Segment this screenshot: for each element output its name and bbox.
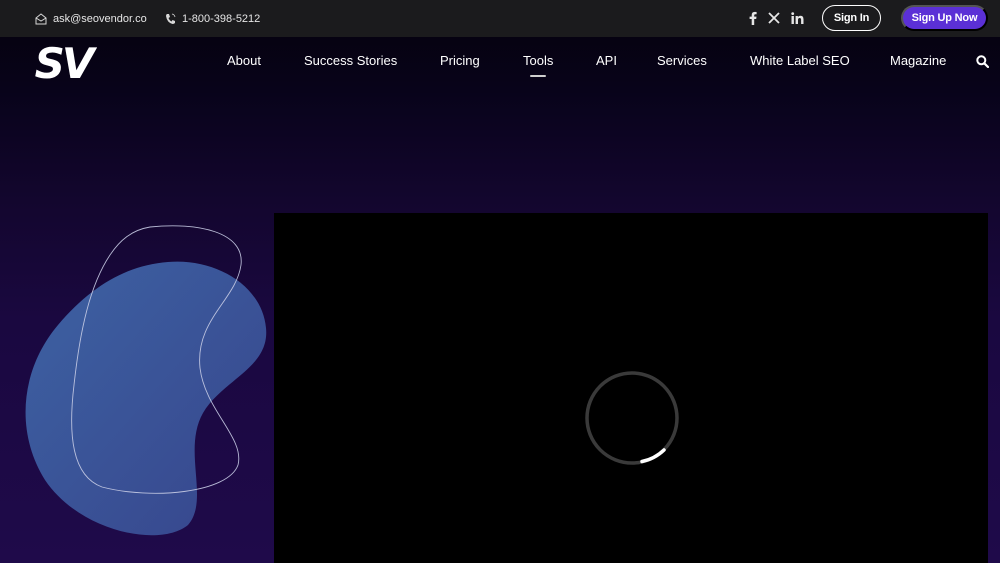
logo[interactable]: SV xyxy=(29,39,101,88)
nav-pricing[interactable]: Pricing xyxy=(440,48,480,74)
phone-icon xyxy=(165,13,176,25)
mail-icon xyxy=(35,12,47,25)
sign-in-button[interactable]: Sign In xyxy=(822,5,881,31)
nav-magazine[interactable]: Magazine xyxy=(890,48,946,74)
nav-success-stories[interactable]: Success Stories xyxy=(304,48,397,74)
contact-email-text: ask@seovendor.co xyxy=(53,12,147,25)
svg-text:SV: SV xyxy=(35,42,97,82)
nav-tools[interactable]: Tools xyxy=(523,48,553,74)
contact-email[interactable]: ask@seovendor.co xyxy=(35,0,147,37)
nav-services[interactable]: Services xyxy=(657,48,707,74)
contact-phone[interactable]: 1-800-398-5212 xyxy=(165,0,260,37)
facebook-icon[interactable] xyxy=(748,10,758,26)
sign-up-button[interactable]: Sign Up Now xyxy=(901,5,988,31)
contact-phone-text: 1-800-398-5212 xyxy=(182,12,261,25)
decorative-blob xyxy=(0,210,290,563)
nav-about[interactable]: About xyxy=(227,48,261,74)
video-player[interactable] xyxy=(274,213,988,563)
logo-mark: SV xyxy=(35,39,101,88)
nav-white-label-seo[interactable]: White Label SEO xyxy=(750,48,850,74)
loading-spinner-icon xyxy=(585,371,679,465)
nav-api[interactable]: API xyxy=(596,48,617,74)
search-icon[interactable] xyxy=(976,55,990,69)
top-bar: ask@seovendor.co 1-800-398-5212 Sign In … xyxy=(0,0,1000,37)
x-icon[interactable] xyxy=(767,10,781,26)
linkedin-icon[interactable] xyxy=(790,10,804,26)
